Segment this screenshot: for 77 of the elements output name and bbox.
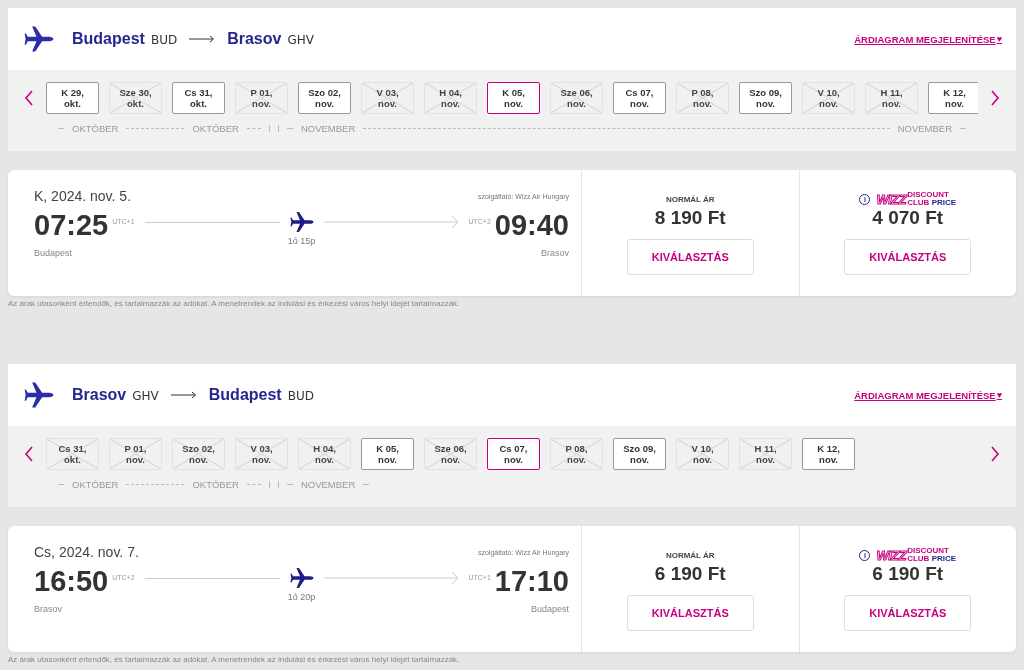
date-tile[interactable]: P 01, nov. [109,438,162,470]
airport-code: GHV [132,389,159,403]
price-chart-link[interactable]: ÁRDIAGRAM MEGJELENÍTÉSE♥ [854,33,1002,45]
flight-duration: 1ó 20p [287,592,316,602]
airplane-icon [289,567,314,589]
arrival-city: Brasov [541,248,569,258]
date-tile[interactable]: Cs 31, okt. [172,82,225,114]
arrow-icon [189,35,216,43]
select-button[interactable]: KIVÁLASZTÁS [626,239,754,275]
date-tile[interactable]: H 11, nov. [865,82,918,114]
flight-duration: 1ó 15p [287,236,316,246]
date-tile[interactable]: H 04, nov. [424,82,477,114]
date-tile[interactable]: Szo 09, nov. [739,82,792,114]
price-chart-link[interactable]: ÁRDIAGRAM MEGJELENÍTÉSE♥ [854,389,1002,401]
departure-city: Budapest [72,30,145,48]
date-tile[interactable]: H 11, nov. [739,438,792,470]
departure-city: Brasov [72,386,127,404]
departure-time: 07:25 [34,208,109,242]
date-tile[interactable]: K 05, nov. [487,82,540,114]
date-tile[interactable]: K 29, okt. [46,82,99,114]
month-label: NOVEMBER [300,123,356,134]
date-tile[interactable]: Sze 06, nov. [550,82,603,114]
date-tile[interactable]: Sze 06, nov. [424,438,477,470]
fare-price: 6 190 Ft [654,563,726,585]
arrival-city: Brasov [227,30,282,48]
disclaimer-text: Az árak utasonként értendők, és tartalmazzák az adókat. A menetrendek az indulási és érkezési város helyi idejét tartalmazzák. [8,299,461,308]
date-tile[interactable]: Sze 30, okt. [109,82,162,114]
flight-date: Cs, 2024. nov. 7. [34,544,139,560]
month-label: OKTÓBER [192,479,239,490]
month-label: NOVEMBER [897,123,952,134]
flight-date: K, 2024. nov. 5. [34,188,132,204]
date-tile[interactable]: V 10, nov. [676,438,729,470]
arrow-icon [170,391,197,399]
date-tile[interactable]: K 05, nov. [361,438,414,470]
date-tile[interactable]: P 08, nov. [676,82,729,114]
date-tile[interactable]: P 01, nov. [235,82,288,114]
date-tile[interactable]: P 08, nov. [550,438,603,470]
fare-label: NORMÁL ÁR [665,550,715,560]
disclaimer-text: Az árak utasonként értendők, és tartalmazzák az adókat. A menetrendek az indulási és érkezési város helyi idejét tartalmazzák. [8,655,461,664]
date-tile[interactable]: K 12, nov. [928,82,978,114]
heart-icon: ♥ [996,34,1002,44]
month-label: OKTÓBER [192,123,239,134]
fare-price: 4 070 Ft [872,207,944,229]
date-tile[interactable]: Szo 02, nov. [172,438,225,470]
airplane-icon [289,211,314,233]
date-tile[interactable]: Cs 07, nov. [487,438,540,470]
arrival-city: Budapest [530,604,569,614]
select-button[interactable]: KIVÁLASZTÁS [844,595,972,631]
airport-code: GHV [287,33,314,47]
fare-price: 8 190 Ft [654,207,726,229]
date-tile[interactable]: Szo 09, nov. [613,438,666,470]
departure-city: Brasov [34,604,62,614]
month-label: OKTÓBER [72,479,119,490]
arrival-time: 09:40 [494,208,569,242]
departure-time: 16:50 [34,564,109,598]
date-tile[interactable]: V 03, nov. [361,82,414,114]
select-button[interactable]: KIVÁLASZTÁS [844,239,972,275]
date-tile[interactable]: V 03, nov. [235,438,288,470]
arrival-city: Budapest [208,386,282,404]
fare-label: NORMÁL ÁR [665,194,715,204]
airplane-icon [24,381,54,409]
date-tile[interactable]: Cs 31, okt. [46,438,99,470]
date-tile[interactable]: H 04, nov. [298,438,351,470]
heart-icon: ♥ [996,390,1002,400]
date-tile[interactable]: V 10, nov. [802,82,855,114]
airport-code: BUD [150,33,178,47]
select-button[interactable]: KIVÁLASZTÁS [626,595,754,631]
airport-code: BUD [287,389,314,403]
departure-city: Budapest [34,248,73,258]
date-tile[interactable]: K 12, nov. [802,438,855,470]
date-tile[interactable]: Cs 07, nov. [613,82,666,114]
airplane-icon [24,25,54,53]
month-label: OKTÓBER [72,123,119,134]
fare-price: 6 190 Ft [872,563,944,585]
month-label: NOVEMBER [300,479,356,490]
date-tile[interactable]: Szo 02, nov. [298,82,351,114]
arrival-time: 17:10 [494,564,569,598]
